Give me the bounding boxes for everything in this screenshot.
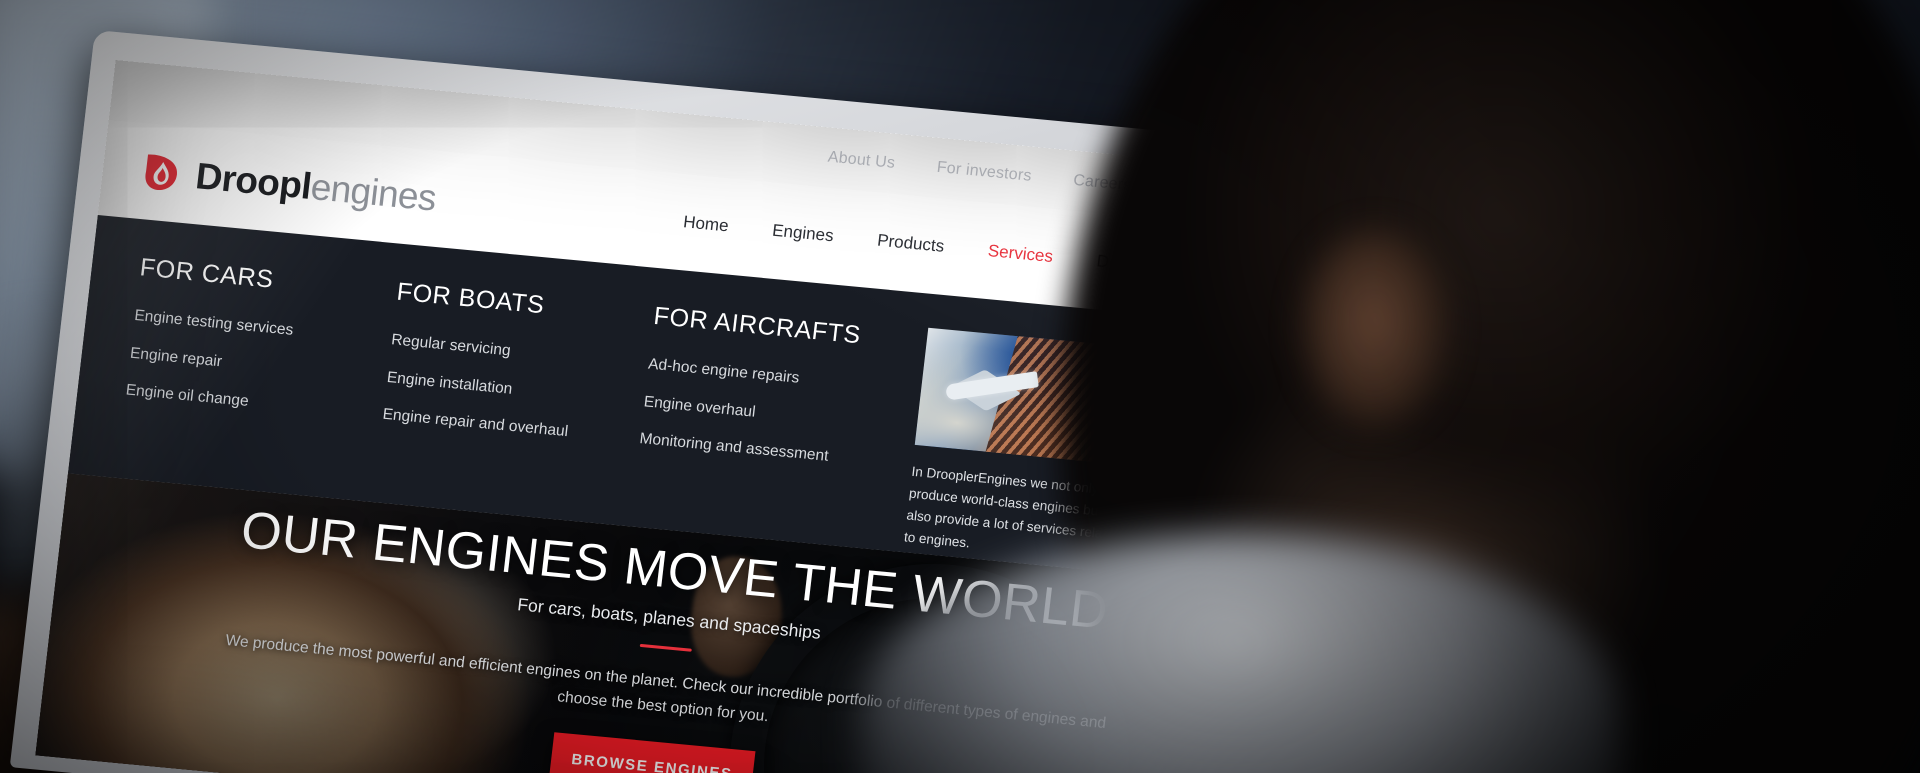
nav-item-products[interactable]: Products [876,231,945,257]
top-nav-item-about-us[interactable]: About Us [827,149,896,173]
mega-menu-link[interactable]: Engine repair and overhaul [382,406,627,445]
top-nav-item-for-investors[interactable]: For investors [936,159,1033,186]
logo-wordmark: Drooplengines [193,155,439,219]
mega-menu-link[interactable]: Monitoring and assessment [639,430,884,469]
mega-menu-link[interactable]: Engine overhaul [643,393,888,432]
logo-wordmark-bold: Droopl [193,155,314,207]
mega-menu-link[interactable]: Engine testing services [133,307,379,346]
nav-item-home[interactable]: Home [682,212,729,236]
nav-item-services[interactable]: Services [987,241,1054,267]
foreground-person-ear [1300,230,1450,430]
mega-menu-link[interactable]: Engine repair [129,344,374,383]
mega-menu-column-aircrafts: FOR AIRCRAFTS Ad-hoc engine repairs Engi… [629,302,898,549]
nav-item-engines[interactable]: Engines [771,221,834,247]
hero-divider [639,643,692,652]
mega-menu-link[interactable]: Engine installation [386,369,631,408]
droopl-flame-logo-icon [141,150,186,195]
mega-menu-column-title: FOR AIRCRAFTS [652,301,863,350]
mega-menu-column-boats: FOR BOATS Regular servicing Engine insta… [373,278,642,525]
mega-menu-column-title: FOR BOATS [395,277,546,320]
mega-menu-link[interactable]: Ad-hoc engine repairs [647,356,892,395]
browse-engines-button[interactable]: BROWSE ENGINES [548,732,756,773]
mega-menu-link[interactable]: Engine oil change [125,381,370,420]
photo-scene: About Us For investors Careers Contact [0,0,1920,773]
logo-wordmark-light: engines [308,166,439,219]
mega-menu-column-title: FOR CARS [138,253,276,294]
mega-menu-column-cars: FOR CARS Engine testing services Engine … [116,253,385,500]
mega-menu-link[interactable]: Regular servicing [390,331,635,370]
site-logo[interactable]: Drooplengines [141,150,439,219]
